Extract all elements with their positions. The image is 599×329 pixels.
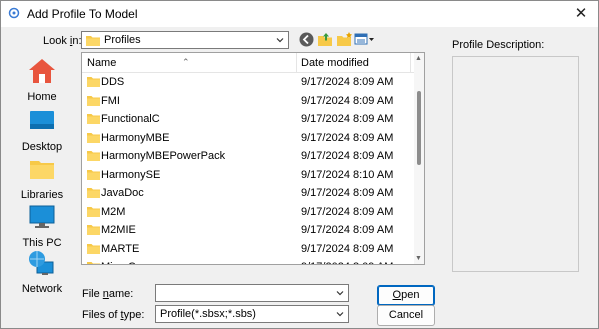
folder-icon <box>87 169 100 180</box>
file-name: HarmonyMBEPowerPack <box>101 150 226 162</box>
chevron-down-icon <box>276 38 284 43</box>
folder-icon <box>87 188 100 198</box>
file-row[interactable]: HarmonyMBEPowerPack9/17/2024 8:09 AMFil <box>82 147 424 165</box>
new-folder-icon[interactable] <box>336 31 353 48</box>
files-of-type-label: Files of type: <box>82 309 145 321</box>
file-date: 9/17/2024 8:10 AM <box>301 168 394 181</box>
folder-icon <box>87 95 100 106</box>
file-date: 9/17/2024 8:09 AM <box>301 76 394 88</box>
file-date: 9/17/2024 8:09 AM <box>301 113 394 125</box>
up-folder-icon[interactable] <box>317 31 334 48</box>
file-date: 9/17/2024 8:09 AM <box>301 205 394 218</box>
look-in-label: Look in: <box>43 35 82 47</box>
view-menu-button[interactable] <box>354 31 376 48</box>
file-name-input[interactable] <box>155 284 349 302</box>
file-date: 9/17/2024 8:09 AM <box>301 131 394 144</box>
files-of-type-value: Profile(*.sbsx;*.sbs) <box>160 308 256 320</box>
folder-icon <box>86 36 100 46</box>
column-name[interactable]: Name <box>87 57 116 69</box>
place-network[interactable]: Network <box>12 248 72 295</box>
cancel-button[interactable]: Cancel <box>377 305 435 326</box>
file-name-label: File name: <box>82 288 134 300</box>
chevron-down-icon <box>336 312 344 317</box>
file-date: 9/17/2024 8:09 AM <box>301 261 393 264</box>
file-row[interactable]: M2MIE9/17/2024 8:09 AMFil <box>82 221 424 239</box>
folder-icon <box>87 132 100 143</box>
place-desktop[interactable]: Desktop <box>12 106 72 153</box>
place-libraries[interactable]: Libraries <box>12 154 72 201</box>
file-row[interactable]: FunctionalC9/17/2024 8:09 AMFil <box>82 110 424 128</box>
add-profile-dialog: Add Profile To Model ✕ Look in: Profiles <box>0 0 599 329</box>
folder-icon <box>87 114 100 124</box>
folder-icon <box>87 243 100 254</box>
folder-icon <box>87 151 100 161</box>
folder-icon <box>87 206 100 217</box>
column-date-modified[interactable]: Date modified <box>301 57 369 69</box>
profile-description-box <box>452 56 579 272</box>
chevron-down-icon <box>336 291 344 296</box>
view-menu-icon <box>354 33 374 45</box>
file-row[interactable]: HarmonyMBE9/17/2024 8:09 AMFil <box>82 129 424 147</box>
file-name: DDS <box>101 76 125 88</box>
desktop-icon <box>30 111 54 129</box>
files-of-type-dropdown[interactable]: Profile(*.sbsx;*.sbs) <box>155 305 349 323</box>
file-date: 9/17/2024 8:09 AM <box>301 242 394 255</box>
file-name: FunctionalC <box>101 113 160 125</box>
scroll-thumb[interactable] <box>417 91 421 165</box>
close-button[interactable]: ✕ <box>564 1 598 27</box>
network-icon <box>29 251 54 275</box>
file-name: MARTE <box>101 242 140 255</box>
open-button[interactable]: Open <box>377 285 435 306</box>
scroll-up-icon[interactable]: ▲ <box>415 55 422 62</box>
file-date: 9/17/2024 8:09 AM <box>301 94 394 107</box>
place-home[interactable]: Home <box>12 56 72 103</box>
file-name: HarmonyMBE <box>101 131 170 144</box>
libraries-icon <box>30 161 54 179</box>
file-row[interactable]: MicroC9/17/2024 8:09 AMFil <box>82 258 424 264</box>
close-icon: ✕ <box>574 5 588 22</box>
app-icon <box>8 7 20 19</box>
file-row[interactable]: M2M9/17/2024 8:09 AMFil <box>82 203 424 221</box>
file-date: 9/17/2024 8:09 AM <box>301 187 394 199</box>
column-header: ⌃ Name Date modified Ty <box>82 53 424 73</box>
file-row[interactable]: DDS9/17/2024 8:09 AMFil <box>82 73 424 91</box>
file-date: 9/17/2024 8:09 AM <box>301 224 394 236</box>
folder-icon <box>87 262 100 264</box>
file-row[interactable]: MARTE9/17/2024 8:09 AMFil <box>82 240 424 258</box>
file-name: HarmonySE <box>101 168 161 181</box>
home-icon <box>29 59 55 83</box>
look-in-dropdown[interactable]: Profiles <box>81 31 289 49</box>
this-pc-icon <box>29 205 55 228</box>
places-bar: Home Desktop Libraries This PC Network <box>12 48 72 295</box>
sort-ascending-icon: ⌃ <box>182 57 190 67</box>
vertical-scrollbar[interactable]: ▲ ▼ <box>414 53 424 264</box>
file-list[interactable]: ⌃ Name Date modified Ty DDS 9/17/2024 8:0… <box>81 52 425 265</box>
file-name: JavaDoc <box>101 187 144 199</box>
folder-icon <box>87 77 100 87</box>
file-row[interactable]: JavaDoc9/17/2024 8:09 AMFil <box>82 184 424 202</box>
window-title: Add Profile To Model <box>27 7 138 21</box>
scroll-down-icon[interactable]: ▼ <box>415 255 422 262</box>
file-row[interactable]: HarmonySE9/17/2024 8:10 AMFil <box>82 166 424 184</box>
folder-icon <box>87 225 100 235</box>
back-icon[interactable] <box>298 31 315 48</box>
title-bar: Add Profile To Model ✕ <box>1 1 598 27</box>
file-row[interactable]: FMI9/17/2024 8:09 AMFil <box>82 92 424 110</box>
file-name: MicroC <box>101 261 136 264</box>
place-this-pc[interactable]: This PC <box>12 202 72 249</box>
file-name: M2MIE <box>101 224 136 236</box>
file-date: 9/17/2024 8:09 AM <box>301 150 394 162</box>
file-name: M2M <box>101 205 126 218</box>
look-in-value: Profiles <box>104 34 141 46</box>
file-name: FMI <box>101 94 120 107</box>
profile-description-label: Profile Description: <box>452 39 545 51</box>
